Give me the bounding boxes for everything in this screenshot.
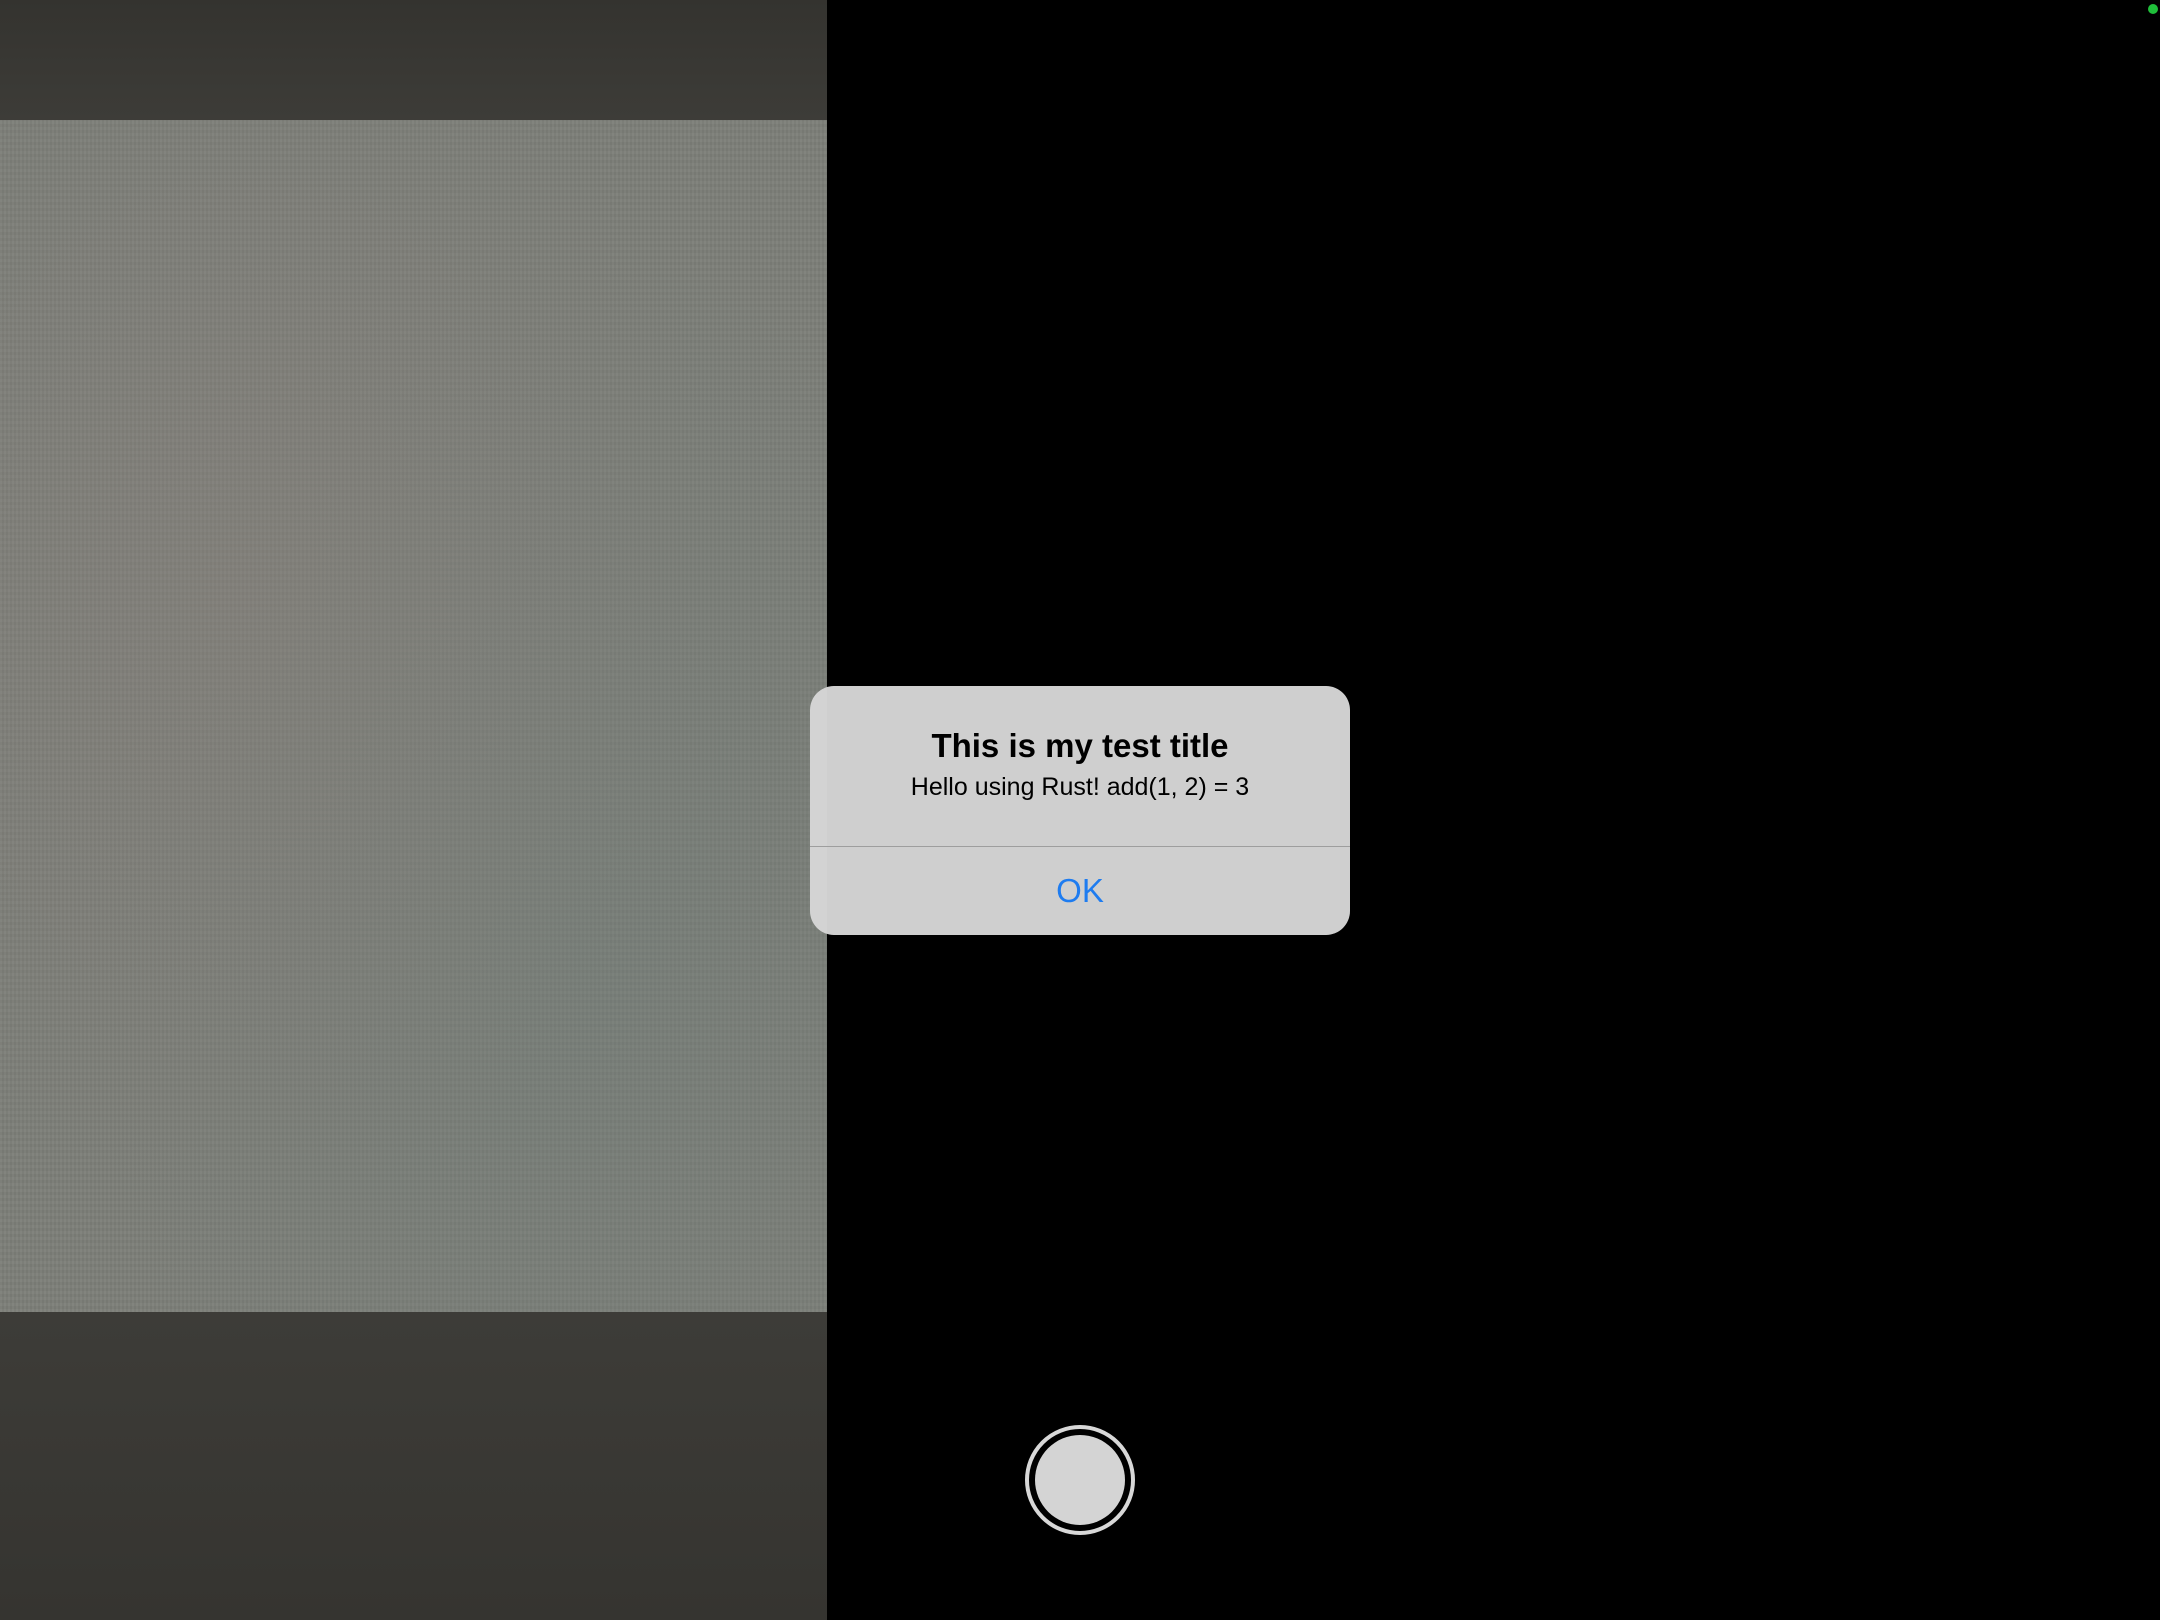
alert-dialog: This is my test title Hello using Rust! …: [810, 686, 1350, 935]
alert-message: Hello using Rust! add(1, 2) = 3: [910, 773, 1250, 801]
shutter-button-icon: [1035, 1435, 1125, 1525]
alert-body: This is my test title Hello using Rust! …: [810, 686, 1350, 846]
camera-preview: [0, 0, 827, 1620]
alert-title: This is my test title: [931, 727, 1229, 764]
preview-image: [0, 120, 827, 1312]
preview-top-bar: [0, 0, 827, 120]
preview-bottom-bar: [0, 1312, 827, 1620]
shutter-button[interactable]: [1025, 1425, 1135, 1535]
camera-screen: This is my test title Hello using Rust! …: [0, 0, 2160, 1620]
camera-in-use-indicator-icon: [2148, 4, 2158, 14]
ok-button[interactable]: OK: [810, 847, 1350, 935]
